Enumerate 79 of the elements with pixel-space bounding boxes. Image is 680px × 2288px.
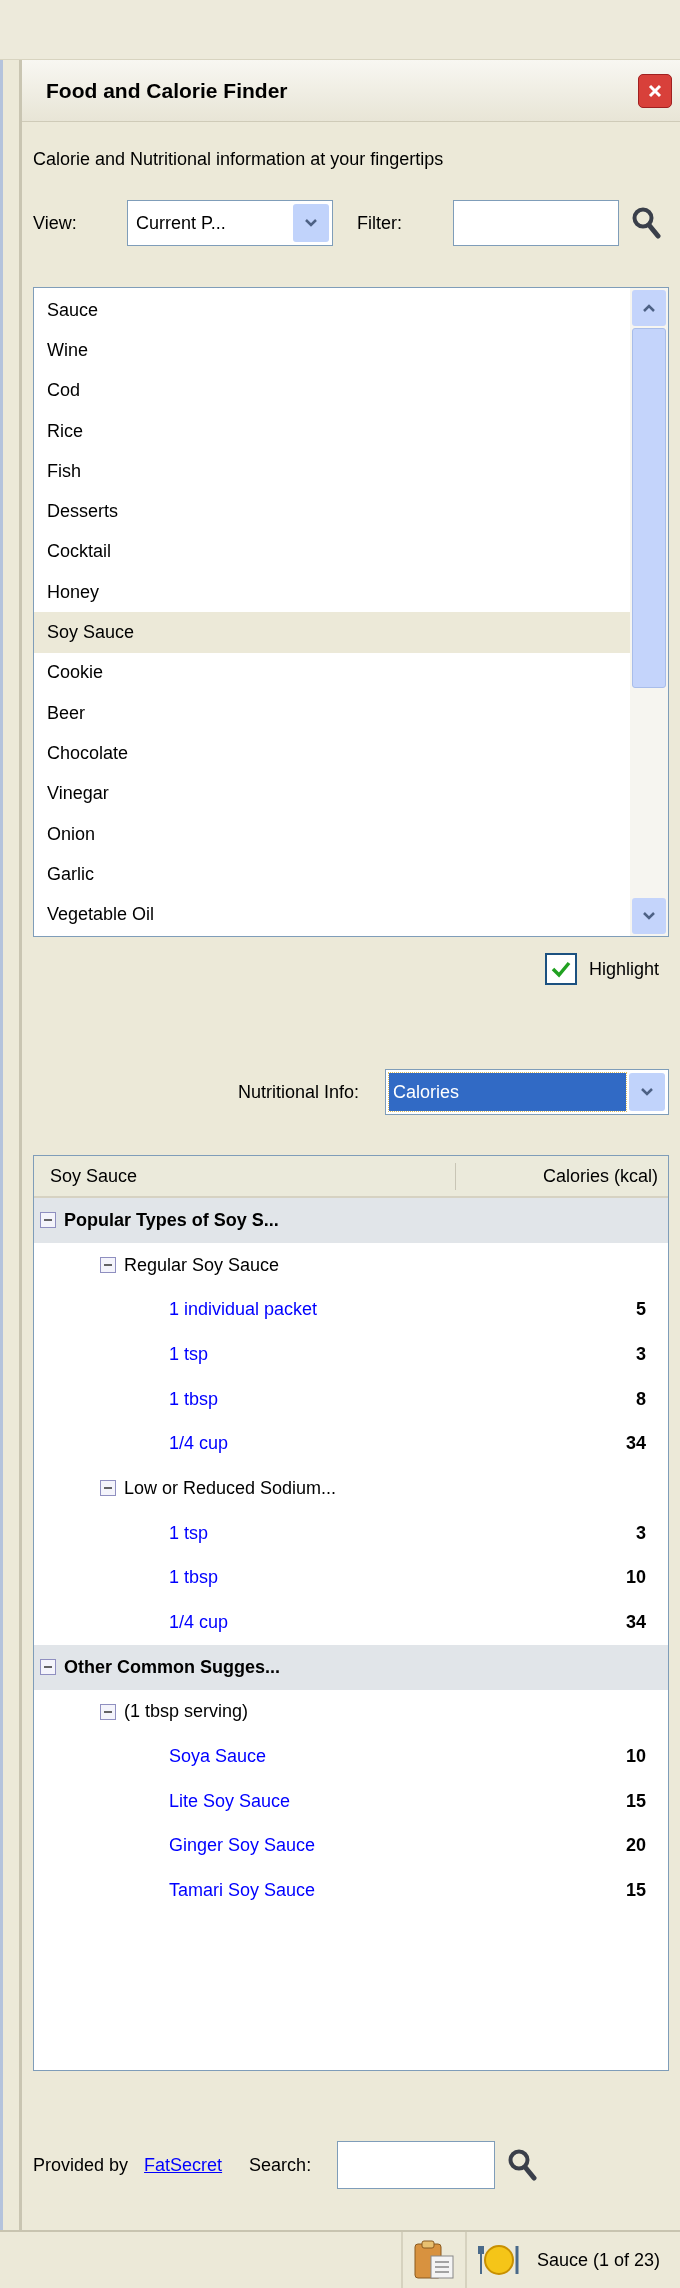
food-list-item[interactable]: Honey — [34, 572, 630, 613]
food-list-item[interactable]: Garlic — [34, 854, 630, 895]
search-label: Search: — [249, 2153, 312, 2177]
food-list-item[interactable]: Beer — [34, 692, 630, 734]
column-header[interactable]: Soy Sauce — [34, 1162, 456, 1190]
close-button[interactable] — [638, 73, 672, 108]
calories-value: 3 — [636, 1521, 646, 1545]
serving-link[interactable]: 1 tsp — [169, 1519, 209, 1547]
serving-link[interactable]: Lite Soy Sauce — [169, 1787, 291, 1815]
calories-value: 20 — [625, 1834, 646, 1858]
provided-by-label: Provided by — [33, 2153, 129, 2177]
food-list-item[interactable]: Sauce — [34, 290, 630, 331]
food-list-item[interactable]: Cookie — [34, 652, 630, 693]
food-list-item[interactable]: Wine — [34, 330, 630, 371]
tree-group-row[interactable]: Other Common Sugges... — [34, 1644, 668, 1690]
group-label: Other Common Sugges... — [64, 1655, 281, 1679]
serving-link[interactable]: Tamari Soy Sauce — [169, 1877, 316, 1905]
checkmark-icon — [550, 960, 571, 978]
calories-value: 3 — [636, 1342, 646, 1366]
serving-link[interactable]: 1 tbsp — [169, 1564, 219, 1592]
highlight-checkbox[interactable] — [544, 953, 577, 985]
food-list-item[interactable]: Fish — [34, 451, 630, 492]
food-list-item[interactable]: Vinegar — [34, 773, 630, 814]
serving-link[interactable]: Ginger Soy Sauce — [169, 1832, 316, 1860]
close-icon — [647, 82, 663, 99]
serving-link[interactable]: Soya Sauce — [169, 1743, 267, 1771]
status-text: Sauce (1 of 23) — [536, 2248, 660, 2272]
food-list-item[interactable]: Vegetable Oil — [34, 894, 630, 935]
food-list-item[interactable]: Onion — [34, 813, 630, 855]
group-label: Popular Types of Soy S... — [64, 1208, 279, 1232]
scrollbar[interactable] — [630, 288, 668, 936]
collapse-icon[interactable] — [40, 1659, 56, 1676]
food-list-item[interactable]: Chocolate — [34, 733, 630, 774]
filter-label: Filter: — [357, 211, 403, 235]
view-label: View: — [33, 211, 78, 235]
chevron-down-icon — [640, 1087, 654, 1097]
search-field[interactable] — [337, 2141, 496, 2189]
panel-title: Food and Calorie Finder — [46, 77, 288, 104]
filter-field[interactable] — [453, 200, 619, 246]
serving-link[interactable]: 1 individual packet — [169, 1296, 318, 1324]
food-list-item[interactable]: Soy Sauce — [34, 612, 630, 653]
chevron-up-icon — [642, 303, 656, 313]
serving-link[interactable]: 1/4 cup — [169, 1609, 229, 1637]
food-list-item[interactable]: Rice — [34, 410, 630, 452]
food-list-item[interactable]: Cod — [34, 370, 630, 411]
calories-value: 8 — [636, 1387, 646, 1411]
subgroup-label: (1 tbsp serving) — [124, 1700, 249, 1724]
serving-link[interactable]: 1/4 cup — [169, 1430, 229, 1458]
subgroup-label: Regular Soy Sauce — [124, 1253, 280, 1277]
collapse-icon[interactable] — [40, 1212, 56, 1229]
column-header[interactable]: Calories (kcal) — [456, 1162, 668, 1190]
chevron-down-icon — [642, 911, 656, 921]
food-list-item[interactable]: Desserts — [34, 491, 630, 532]
calories-value: 10 — [625, 1566, 646, 1590]
calories-value: 15 — [625, 1789, 646, 1813]
collapse-icon[interactable] — [100, 1480, 116, 1497]
calories-value: 10 — [625, 1745, 646, 1769]
calories-value: 5 — [636, 1298, 646, 1322]
serving-link[interactable]: 1 tsp — [169, 1340, 209, 1368]
collapse-icon[interactable] — [100, 1703, 116, 1720]
fatsecret-link[interactable]: FatSecret — [144, 2151, 223, 2179]
calories-value: 34 — [625, 1611, 646, 1635]
subgroup-label: Low or Reduced Sodium... — [124, 1476, 337, 1500]
nutritional-info-dropdown[interactable]: Calories — [385, 1069, 669, 1115]
plate-icon[interactable] — [476, 2242, 521, 2278]
serving-link[interactable]: 1 tbsp — [169, 1385, 219, 1413]
tree-group-row[interactable]: Popular Types of Soy S... — [34, 1198, 668, 1243]
collapse-icon[interactable] — [100, 1257, 116, 1274]
calories-value: 34 — [625, 1432, 646, 1456]
view-dropdown[interactable]: Current P... — [127, 200, 333, 246]
clipboard-icon[interactable] — [412, 2240, 455, 2280]
search-icon[interactable] — [631, 206, 661, 240]
food-list-item[interactable]: Cocktail — [34, 531, 630, 573]
search-icon[interactable] — [507, 2148, 538, 2182]
nutritional-info-label: Nutritional Info: — [237, 1080, 359, 1104]
panel-subtitle: Calorie and Nutritional information at your fingertips — [33, 148, 445, 171]
highlight-label: Highlight — [588, 957, 659, 981]
chevron-down-icon — [304, 218, 318, 228]
calories-value: 15 — [625, 1879, 646, 1903]
